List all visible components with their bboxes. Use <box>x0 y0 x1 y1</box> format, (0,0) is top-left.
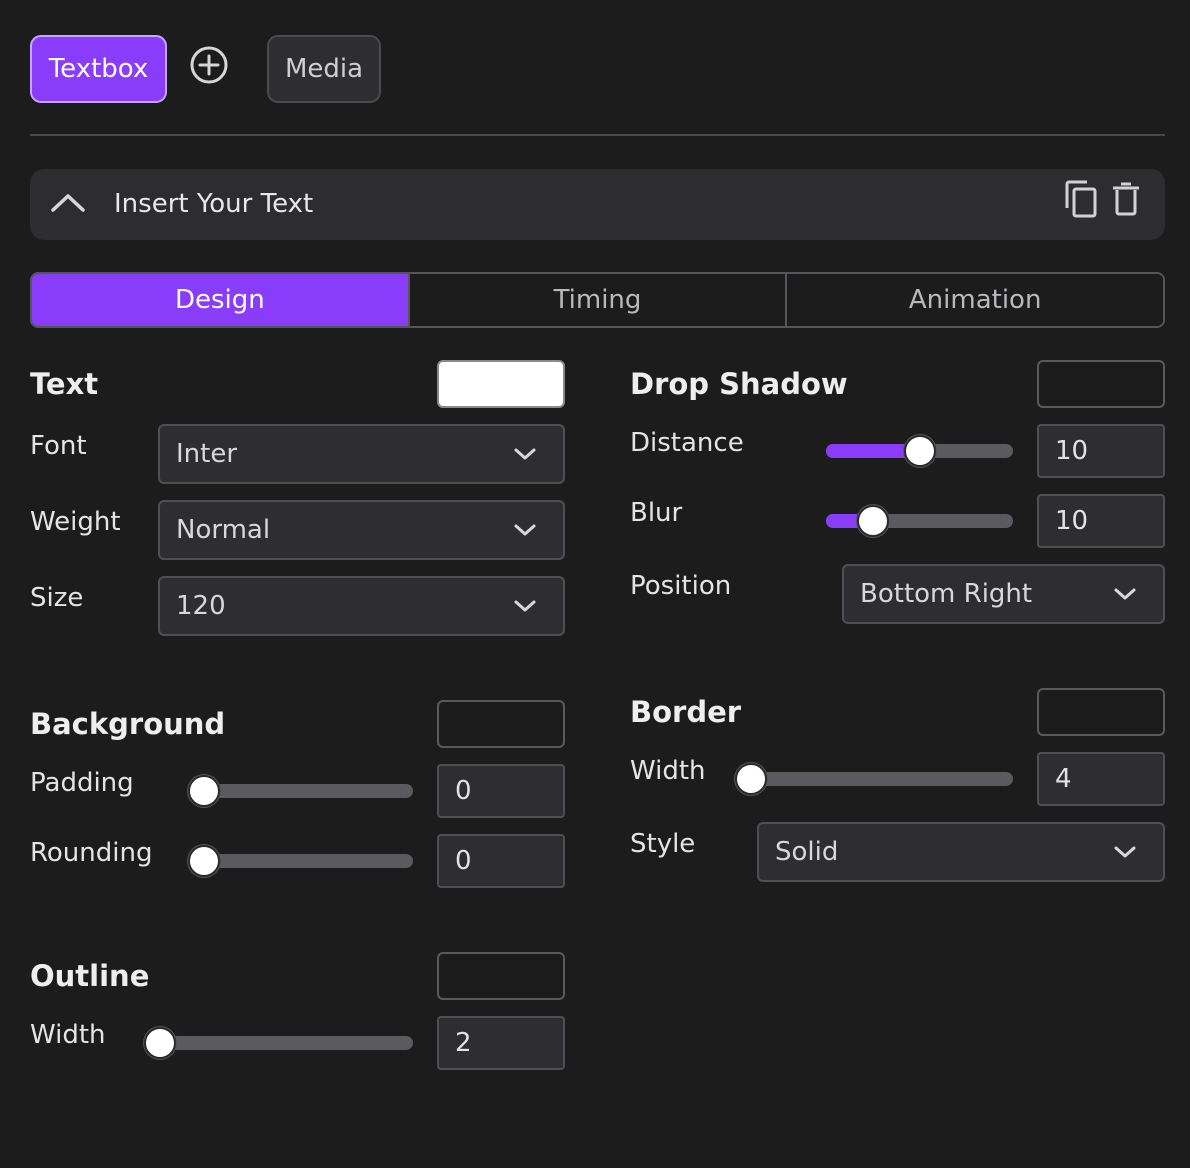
border-style-select[interactable]: Solid <box>757 822 1165 882</box>
distance-input[interactable]: 10 <box>1037 424 1165 478</box>
padding-label: Padding <box>30 768 134 798</box>
outline-width-input-value: 2 <box>455 1028 472 1058</box>
slider-thumb[interactable] <box>735 763 767 795</box>
trash-icon <box>1113 182 1139 216</box>
font-label: Font <box>30 431 87 461</box>
blur-input[interactable]: 10 <box>1037 494 1165 548</box>
blur-label: Blur <box>630 498 683 528</box>
drop-shadow-section-title: Drop Shadow <box>630 367 848 401</box>
outline-color-swatch[interactable] <box>437 952 565 1000</box>
distance-slider[interactable] <box>826 435 1013 467</box>
border-width-input-value: 4 <box>1055 764 1072 794</box>
padding-slider[interactable] <box>188 775 413 807</box>
font-select[interactable]: Inter <box>158 424 565 484</box>
collapse-button[interactable] <box>48 185 88 219</box>
slider-track <box>188 784 413 798</box>
media-tab-button[interactable]: Media <box>267 35 381 103</box>
distance-label: Distance <box>630 428 744 458</box>
shadow-position-value: Bottom Right <box>860 579 1033 609</box>
slider-track <box>735 772 1013 786</box>
slider-thumb[interactable] <box>903 435 936 467</box>
tab-animation[interactable]: Animation <box>785 274 1163 326</box>
background-section-title: Background <box>30 707 226 741</box>
blur-input-value: 10 <box>1055 506 1089 536</box>
border-width-label: Width <box>630 756 706 786</box>
textbox-tab-label: Textbox <box>48 54 149 84</box>
weight-label: Weight <box>30 507 121 537</box>
divider <box>30 134 1165 136</box>
slider-track <box>144 1036 413 1050</box>
slider-thumb[interactable] <box>188 845 220 877</box>
add-layer-button[interactable] <box>186 42 232 88</box>
property-tabs: Design Timing Animation <box>30 272 1165 328</box>
text-color-swatch[interactable] <box>437 360 565 408</box>
delete-button[interactable] <box>1108 179 1144 219</box>
border-style-label: Style <box>630 829 696 859</box>
font-select-value: Inter <box>176 439 238 469</box>
background-color-swatch[interactable] <box>437 700 565 748</box>
chevron-down-icon <box>514 448 536 460</box>
duplicate-button[interactable] <box>1061 177 1101 221</box>
border-width-slider[interactable] <box>735 763 1013 795</box>
rounding-input-value: 0 <box>455 846 472 876</box>
rounding-slider[interactable] <box>188 845 413 877</box>
rounding-input[interactable]: 0 <box>437 834 565 888</box>
chevron-down-icon <box>1114 846 1136 858</box>
plus-circle-icon <box>190 46 228 84</box>
border-width-input[interactable]: 4 <box>1037 752 1165 806</box>
chevron-down-icon <box>514 524 536 536</box>
size-label: Size <box>30 583 84 613</box>
padding-input-value: 0 <box>455 776 472 806</box>
size-select-value: 120 <box>176 591 226 621</box>
slider-thumb[interactable] <box>857 505 889 537</box>
position-label: Position <box>630 571 732 601</box>
outline-section-title: Outline <box>30 959 150 993</box>
outline-width-label: Width <box>30 1020 106 1050</box>
border-style-value: Solid <box>775 837 839 867</box>
shadow-position-select[interactable]: Bottom Right <box>842 564 1165 624</box>
border-color-swatch[interactable] <box>1037 688 1165 736</box>
tab-design[interactable]: Design <box>32 274 408 326</box>
blur-slider[interactable] <box>826 505 1013 537</box>
slider-thumb[interactable] <box>144 1027 176 1059</box>
copy-icon <box>1065 180 1097 218</box>
text-item-header[interactable]: Insert Your Text <box>30 169 1165 240</box>
media-tab-label: Media <box>284 54 364 84</box>
size-select[interactable]: 120 <box>158 576 565 636</box>
chevron-up-icon <box>51 194 85 212</box>
border-section-title: Border <box>630 695 742 729</box>
distance-input-value: 10 <box>1055 436 1089 466</box>
outline-width-slider[interactable] <box>144 1027 413 1059</box>
slider-track <box>188 854 413 868</box>
rounding-label: Rounding <box>30 838 153 868</box>
textbox-tab-button[interactable]: Textbox <box>30 35 167 103</box>
text-section-title: Text <box>30 367 99 401</box>
slider-thumb[interactable] <box>188 775 220 807</box>
drop-shadow-color-swatch[interactable] <box>1037 360 1165 408</box>
weight-select[interactable]: Normal <box>158 500 565 560</box>
weight-select-value: Normal <box>176 515 271 545</box>
editor-panel: Textbox Media Insert Your Text Design Ti… <box>0 0 1190 1168</box>
outline-width-input[interactable]: 2 <box>437 1016 565 1070</box>
chevron-down-icon <box>1114 588 1136 600</box>
padding-input[interactable]: 0 <box>437 764 565 818</box>
tab-timing[interactable]: Timing <box>407 274 786 326</box>
chevron-down-icon <box>514 600 536 612</box>
text-item-title: Insert Your Text <box>114 189 314 219</box>
